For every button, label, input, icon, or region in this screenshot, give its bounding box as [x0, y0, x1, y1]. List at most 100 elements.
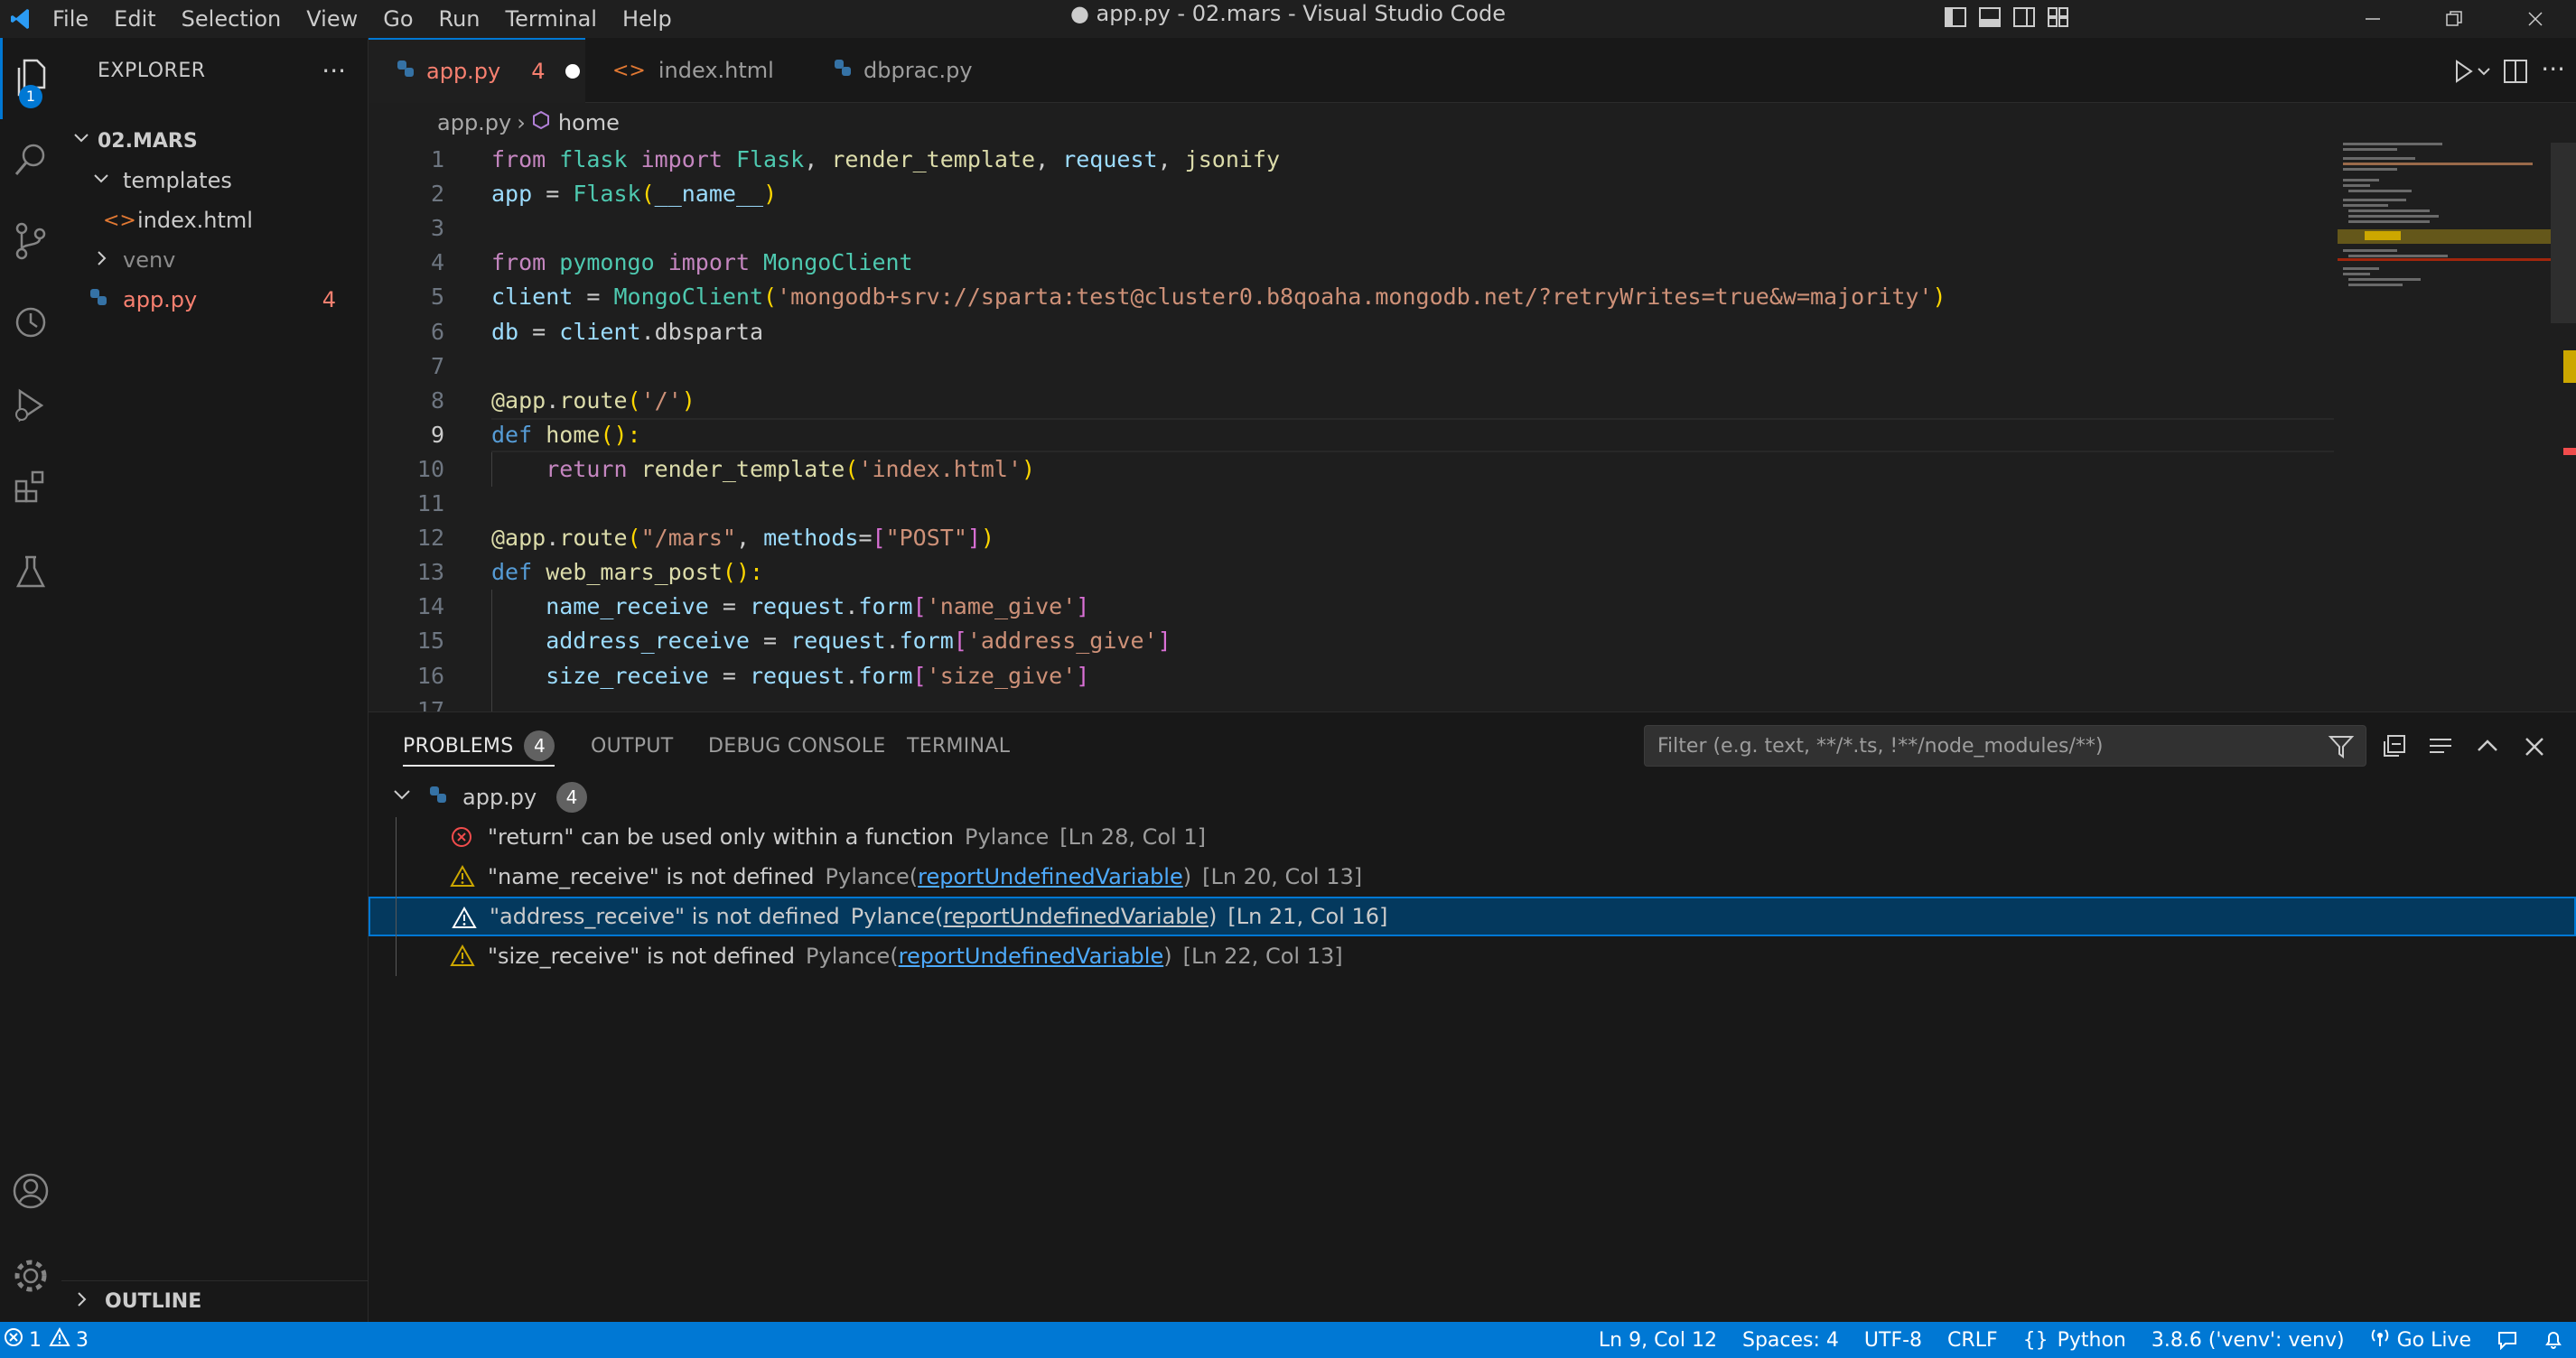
menu-edit[interactable]: Edit — [101, 0, 168, 38]
toggle-primary-sidebar-icon[interactable] — [1944, 6, 1967, 32]
split-editor-icon[interactable] — [2502, 58, 2529, 88]
problem-row[interactable]: "return" can be used only within a funct… — [369, 817, 2576, 857]
menu-file[interactable]: File — [40, 0, 101, 38]
settings-gear-icon[interactable] — [0, 1235, 61, 1316]
paren: ( — [909, 864, 919, 889]
encoding[interactable]: UTF-8 — [1852, 1322, 1935, 1358]
code-token: . — [546, 387, 560, 414]
html-file-icon: <> — [612, 59, 646, 82]
more-actions-icon[interactable]: ··· — [2541, 54, 2565, 84]
explorer-root-folder[interactable]: 02.MARS — [61, 121, 369, 161]
problem-row[interactable]: "size_receive" is not defined Pylance(rep… — [369, 936, 2576, 976]
code-token: = — [546, 181, 574, 207]
problem-rule-link[interactable]: reportUndefinedVariable — [899, 944, 1164, 969]
menu-go[interactable]: Go — [370, 0, 425, 38]
search-icon[interactable] — [0, 119, 61, 200]
language-mode[interactable]: {} Python — [2011, 1322, 2139, 1358]
run-debug-icon[interactable] — [0, 365, 61, 446]
indentation[interactable]: Spaces: 4 — [1730, 1322, 1852, 1358]
problem-rule-link[interactable]: reportUndefinedVariable — [943, 904, 1209, 929]
problem-rule-link[interactable]: reportUndefinedVariable — [918, 864, 1183, 889]
code-token: name_receive — [491, 593, 723, 619]
menu-help[interactable]: Help — [610, 0, 685, 38]
tab-dbprac-py[interactable]: dbprac.py — [806, 38, 1026, 103]
tree-item-templates[interactable]: templates — [61, 161, 369, 200]
problems-file-name: app.py — [462, 785, 537, 810]
source-control-icon[interactable] — [0, 200, 61, 282]
minimize-icon[interactable] — [2332, 0, 2413, 38]
code-token: . — [885, 628, 900, 654]
view-as-tree-icon[interactable] — [2424, 730, 2457, 763]
problem-source: Pylance — [806, 944, 891, 969]
restore-icon[interactable] — [2413, 0, 2495, 38]
toggle-secondary-sidebar-icon[interactable] — [2012, 6, 2036, 32]
code-token: route — [559, 525, 628, 551]
code-token: ) — [763, 181, 778, 207]
breadcrumb-symbol[interactable]: home — [558, 110, 620, 135]
breadcrumb-file[interactable]: app.py — [437, 110, 511, 135]
code-token: [ — [953, 628, 967, 654]
cursor-position[interactable]: Ln 9, Col 12 — [1586, 1322, 1730, 1358]
problem-message: "return" can be used only within a funct… — [488, 824, 954, 850]
more-actions-icon[interactable]: ··· — [322, 56, 346, 86]
python-interpreter[interactable]: 3.8.6 ('venv': venv) — [2139, 1322, 2357, 1358]
indent-guide — [491, 590, 492, 712]
menu-terminal[interactable]: Terminal — [493, 0, 610, 38]
menu-view[interactable]: View — [294, 0, 370, 38]
toggle-panel-icon[interactable] — [1978, 6, 2002, 32]
feedback-icon[interactable] — [2484, 1322, 2531, 1358]
account-icon[interactable] — [0, 1150, 61, 1232]
notifications-bell-icon[interactable] — [2531, 1322, 2576, 1358]
menu-selection[interactable]: Selection — [169, 0, 294, 38]
code-line: 15 address_receive = request.form['addre… — [369, 624, 2338, 658]
unsaved-dot-icon[interactable] — [565, 64, 580, 79]
problem-row[interactable]: "name_receive" is not defined Pylance(rep… — [369, 857, 2576, 897]
tab-index-html[interactable]: <> index.html — [585, 38, 806, 103]
files-icon[interactable]: 1 — [0, 38, 61, 119]
filter-icon[interactable] — [2328, 733, 2355, 766]
extensions-icon[interactable] — [0, 446, 61, 527]
tree-item-index-html[interactable]: <> index.html — [61, 200, 369, 240]
testing-icon[interactable] — [0, 531, 61, 612]
run-python-file-icon[interactable] — [2453, 58, 2493, 88]
outline-section[interactable]: OUTLINE — [61, 1280, 369, 1322]
code-token: client — [491, 284, 587, 310]
scrollbar-thumb[interactable] — [2551, 143, 2576, 323]
code-token: request — [1062, 146, 1158, 172]
collapse-all-icon[interactable] — [2377, 730, 2410, 763]
customize-layout-icon[interactable] — [2047, 6, 2070, 32]
go-live-button[interactable]: Go Live — [2357, 1322, 2484, 1358]
bottom-panel: PROBLEMS 4 OUTPUT DEBUG CONSOLE TERMINAL… — [369, 712, 2576, 1322]
maximize-panel-icon[interactable] — [2471, 730, 2504, 763]
close-panel-icon[interactable] — [2518, 730, 2551, 763]
tree-item-venv[interactable]: venv — [61, 240, 369, 280]
menu-bar: File Edit Selection View Go Run Terminal Help — [40, 0, 685, 38]
indent-guide — [491, 452, 492, 487]
vscode-logo-icon — [0, 0, 40, 38]
tab-output[interactable]: OUTPUT — [591, 712, 673, 779]
problems-filter-input[interactable]: Filter (e.g. text, **/*.ts, !**/node_mod… — [1644, 725, 2366, 767]
minimap[interactable] — [2338, 143, 2551, 712]
problem-row[interactable]: "address_receive" is not defined Pylance(… — [369, 897, 2576, 936]
code-editor[interactable]: 1 from flask import Flask, render_templat… — [369, 143, 2338, 712]
code-token: def — [491, 559, 546, 585]
problems-file-group[interactable]: app.py 4 — [369, 777, 2576, 817]
timeline-icon[interactable] — [0, 282, 61, 363]
tab-debug-console[interactable]: DEBUG CONSOLE — [708, 712, 886, 779]
code-token: from — [491, 146, 560, 172]
editor-scrollbar[interactable] — [2551, 143, 2576, 712]
broadcast-icon — [2370, 1327, 2390, 1353]
code-token: .dbsparta — [640, 319, 764, 345]
tab-problems[interactable]: PROBLEMS 4 — [403, 712, 555, 779]
problems-status[interactable]: 1 3 — [0, 1322, 101, 1358]
tab-app-py[interactable]: app.py 4 — [369, 38, 585, 103]
line-ending[interactable]: CRLF — [1935, 1322, 2011, 1358]
paren: ) — [1163, 944, 1172, 969]
menu-run[interactable]: Run — [426, 0, 493, 38]
close-window-icon[interactable] — [2495, 0, 2576, 38]
tree-item-app-py[interactable]: app.py 4 — [61, 280, 369, 320]
filter-placeholder: Filter (e.g. text, **/*.ts, !**/node_mod… — [1657, 734, 2104, 758]
tab-terminal[interactable]: TERMINAL — [907, 712, 1010, 779]
code-token: __name__ — [654, 181, 764, 207]
code-line: 6 db = client.dbsparta — [369, 315, 2338, 349]
